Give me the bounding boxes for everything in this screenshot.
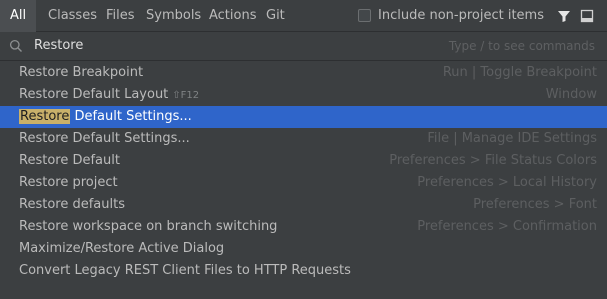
tab-files[interactable]: Files <box>106 0 135 32</box>
result-name: Restore Default Settings... <box>19 109 192 124</box>
result-row-selected[interactable]: Restore Default Settings... <box>0 106 607 128</box>
result-path: Preferences > File Status Colors <box>389 153 597 168</box>
results-list: Restore Breakpoint Run | Toggle Breakpoi… <box>0 62 607 282</box>
filter-icon[interactable] <box>557 9 571 23</box>
result-path: Preferences > Local History <box>417 175 597 190</box>
result-path: Window <box>545 87 597 102</box>
result-name: Maximize/Restore Active Dialog <box>19 241 225 256</box>
result-row[interactable]: Maximize/Restore Active Dialog <box>0 238 607 260</box>
search-input[interactable] <box>34 32 434 60</box>
result-path: Run | Toggle Breakpoint <box>442 65 597 80</box>
include-non-project-checkbox[interactable] <box>358 9 371 22</box>
search-bar: Type / to see commands <box>0 32 607 61</box>
result-name: Restore Breakpoint <box>19 65 144 80</box>
search-everywhere-popup: All Classes Files Symbols Actions Git In… <box>0 0 607 299</box>
result-name: Restore project <box>19 175 118 190</box>
tab-actions[interactable]: Actions <box>209 0 257 32</box>
result-row[interactable]: Restore Breakpoint Run | Toggle Breakpoi… <box>0 62 607 84</box>
search-hint: Type / to see commands <box>448 39 595 53</box>
open-in-window-icon[interactable] <box>580 9 594 23</box>
result-row[interactable]: Restore workspace on branch switching Pr… <box>0 216 607 238</box>
tab-symbols[interactable]: Symbols <box>146 0 201 32</box>
tab-all[interactable]: All <box>0 0 37 32</box>
result-name: Restore Default Layout ⇧F12 <box>19 87 200 102</box>
tab-classes[interactable]: Classes <box>48 0 97 32</box>
tab-git[interactable]: Git <box>266 0 285 32</box>
result-row[interactable]: Restore Default Settings... File | Manag… <box>0 128 607 150</box>
result-path: Preferences > Font <box>473 197 597 212</box>
result-name: Restore workspace on branch switching <box>19 219 278 234</box>
result-row[interactable]: Restore Default Preferences > File Statu… <box>0 150 607 172</box>
result-row[interactable]: Convert Legacy REST Client Files to HTTP… <box>0 260 607 282</box>
match-highlight: Restore <box>19 109 71 124</box>
result-shortcut: ⇧F12 <box>172 90 200 101</box>
search-icon <box>9 39 22 52</box>
result-row[interactable]: Restore Default Layout ⇧F12 Window <box>0 84 607 106</box>
tab-bar: All Classes Files Symbols Actions Git In… <box>0 0 607 32</box>
result-name: Restore Default <box>19 153 120 168</box>
result-path: File | Manage IDE Settings <box>427 131 597 146</box>
result-row[interactable]: Restore defaults Preferences > Font <box>0 194 607 216</box>
include-non-project-label[interactable]: Include non-project items <box>378 0 544 32</box>
result-row[interactable]: Restore project Preferences > Local Hist… <box>0 172 607 194</box>
result-path: Preferences > Confirmation <box>417 219 597 234</box>
result-name: Convert Legacy REST Client Files to HTTP… <box>19 263 351 278</box>
result-name: Restore Default Settings... <box>19 131 190 146</box>
result-name: Restore defaults <box>19 197 125 212</box>
